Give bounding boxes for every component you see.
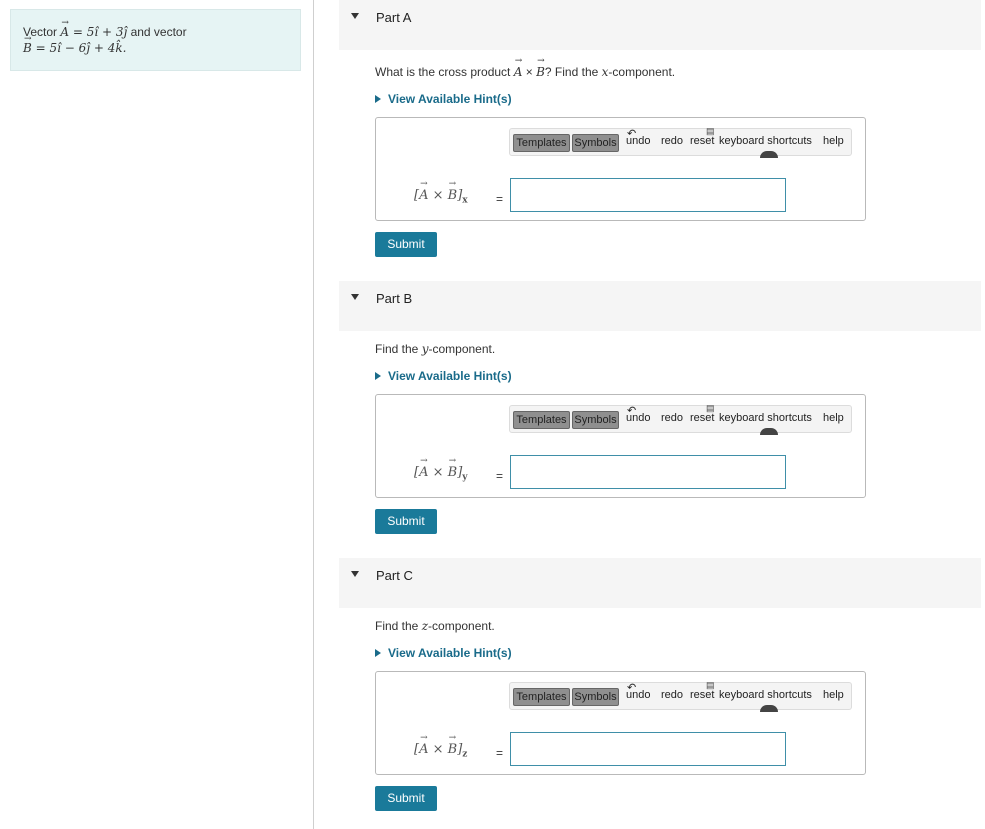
keyboard-icon	[760, 151, 778, 158]
expand-arrow-icon	[375, 95, 381, 103]
symbols-button[interactable]: Symbols	[572, 134, 619, 152]
math-toolbar: Templates Symbols ↶ undo redo ▤ reset ke…	[509, 403, 852, 435]
vector-A: A	[60, 15, 69, 40]
collapse-triangle-icon[interactable]	[351, 13, 359, 19]
part-b: Part B Find the y-component. View Availa…	[339, 281, 981, 534]
symbols-button[interactable]: Symbols	[572, 688, 619, 706]
redo-button[interactable]: redo	[661, 412, 683, 424]
math-toolbar: Templates Symbols ↶ undo redo ▤ reset ke…	[509, 680, 852, 712]
redo-button[interactable]: redo	[661, 689, 683, 701]
part-b-header[interactable]: Part B	[339, 281, 981, 331]
part-a-question: What is the cross product A × B? Find th…	[375, 56, 675, 79]
part-b-submit-button[interactable]: Submit	[375, 509, 437, 534]
problem-line-2: B = 5î − 6ĵ + 4k̂.	[23, 31, 288, 56]
part-a-header[interactable]: Part A	[339, 0, 981, 50]
part-b-answer-input[interactable]	[510, 455, 786, 489]
collapse-triangle-icon[interactable]	[351, 294, 359, 300]
part-a: Part A What is the cross product A × B? …	[339, 0, 981, 257]
part-c-title: Part C	[376, 568, 413, 583]
part-a-submit-button[interactable]: Submit	[375, 232, 437, 257]
collapse-triangle-icon[interactable]	[351, 571, 359, 577]
redo-button[interactable]: redo	[661, 135, 683, 147]
cross-product-z-label: [A × B]z	[414, 733, 467, 760]
part-c: Part C Find the z-component. View Availa…	[339, 558, 981, 811]
expand-arrow-icon	[375, 649, 381, 657]
reset-button[interactable]: reset	[690, 412, 714, 424]
problem-statement: Vector A = 5î + 3ĵ and vector B = 5î − 6…	[10, 9, 301, 71]
part-b-title: Part B	[376, 291, 413, 306]
part-a-answer-input[interactable]	[510, 178, 786, 212]
keyboard-icon	[760, 705, 778, 712]
math-toolbar: Templates Symbols ↶ undo redo ▤ reset ke…	[509, 126, 852, 158]
help-button[interactable]: help	[823, 689, 844, 701]
part-a-answer-box: Templates Symbols ↶ undo redo ▤ reset ke…	[375, 117, 866, 221]
part-c-hint-link[interactable]: View Available Hint(s)	[375, 646, 512, 660]
templates-button[interactable]: Templates	[513, 688, 570, 706]
column-divider	[313, 0, 314, 829]
keyboard-shortcuts-button[interactable]: keyboard shortcuts	[719, 412, 812, 424]
cross-product-x-label: [A × B]x	[414, 179, 468, 206]
keyboard-shortcuts-button[interactable]: keyboard shortcuts	[719, 689, 812, 701]
expand-arrow-icon	[375, 372, 381, 380]
part-c-answer-box: Templates Symbols ↶ undo redo ▤ reset ke…	[375, 671, 866, 775]
part-b-hint-link[interactable]: View Available Hint(s)	[375, 369, 512, 383]
part-c-submit-button[interactable]: Submit	[375, 786, 437, 811]
part-c-header[interactable]: Part C	[339, 558, 981, 608]
undo-button[interactable]: undo	[626, 135, 650, 147]
problem-line-1: Vector A = 5î + 3ĵ and vector	[23, 15, 288, 40]
equals-sign: =	[496, 192, 504, 206]
equals-sign: =	[496, 469, 504, 483]
cross-product-y-label: [A × B]y	[414, 456, 468, 483]
symbols-button[interactable]: Symbols	[572, 411, 619, 429]
keyboard-icon	[760, 428, 778, 435]
part-b-question: Find the y-component.	[375, 342, 496, 356]
part-b-answer-box: Templates Symbols ↶ undo redo ▤ reset ke…	[375, 394, 866, 498]
help-button[interactable]: help	[823, 412, 844, 424]
part-a-hint-link[interactable]: View Available Hint(s)	[375, 92, 512, 106]
keyboard-shortcuts-button[interactable]: keyboard shortcuts	[719, 135, 812, 147]
help-button[interactable]: help	[823, 135, 844, 147]
undo-button[interactable]: undo	[626, 412, 650, 424]
undo-button[interactable]: undo	[626, 689, 650, 701]
templates-button[interactable]: Templates	[513, 411, 570, 429]
vector-B: B	[23, 31, 32, 56]
part-c-answer-input[interactable]	[510, 732, 786, 766]
reset-button[interactable]: reset	[690, 135, 714, 147]
reset-button[interactable]: reset	[690, 689, 714, 701]
templates-button[interactable]: Templates	[513, 134, 570, 152]
part-c-question: Find the z-component.	[375, 619, 495, 633]
part-a-title: Part A	[376, 10, 412, 25]
equals-sign: =	[496, 746, 504, 760]
